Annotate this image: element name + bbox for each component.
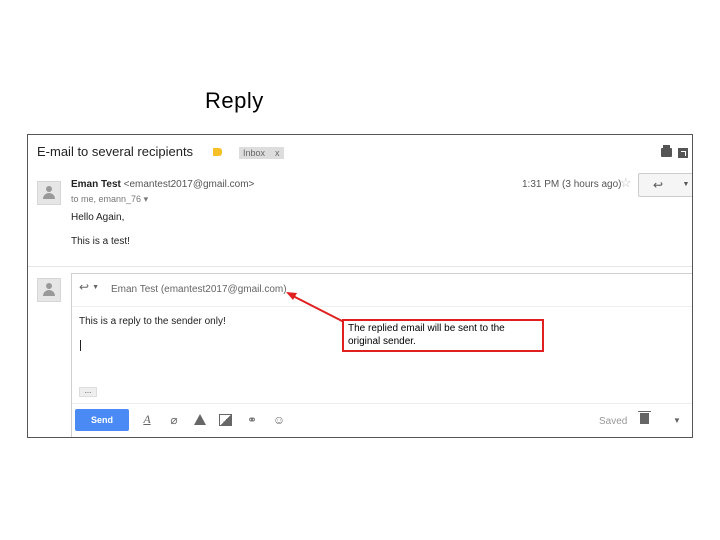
- my-avatar: [37, 278, 61, 302]
- reply-button[interactable]: ↩: [638, 173, 678, 197]
- text-cursor: [80, 340, 81, 351]
- saved-status: Saved: [599, 416, 628, 427]
- text-format-icon[interactable]: A: [140, 412, 154, 427]
- send-button[interactable]: Send: [75, 409, 129, 431]
- inbox-label-text: Inbox: [243, 148, 266, 158]
- sender-email: <emantest2017@gmail.com>: [123, 179, 255, 190]
- email-screenshot: E-mail to several recipients Inbox x Eman…: [27, 134, 693, 438]
- recipient-divider: [72, 306, 692, 307]
- chevron-down-icon: ▼: [92, 284, 99, 292]
- sender-line: Eman Test <emantest2017@gmail.com>: [71, 179, 254, 190]
- email-subject: E-mail to several recipients: [37, 144, 194, 159]
- reply-type-selector[interactable]: ↩ ▼: [79, 280, 99, 294]
- compose-toolbar: A ⌀ ⚭ ☺: [140, 412, 286, 427]
- message-divider: [28, 266, 692, 267]
- reply-recipient[interactable]: Eman Test (emantest2017@gmail.com): [111, 284, 287, 295]
- attach-icon[interactable]: ⌀: [167, 413, 181, 427]
- reply-body-text[interactable]: This is a reply to the sender only!: [79, 316, 226, 327]
- emoji-icon[interactable]: ☺: [272, 413, 286, 427]
- annotation-callout: The replied email will be sent to the or…: [342, 319, 544, 352]
- new-window-icon[interactable]: [678, 148, 688, 158]
- remove-label-icon[interactable]: x: [275, 148, 280, 158]
- sender-avatar: [37, 181, 61, 205]
- reply-icon: ↩: [652, 178, 664, 192]
- reply-compose-box[interactable]: ↩ ▼ Eman Test (emantest2017@gmail.com) Th…: [71, 273, 692, 437]
- show-trimmed-content-button[interactable]: ...: [79, 387, 97, 397]
- recipients-caret-icon[interactable]: ▾: [144, 194, 149, 204]
- chevron-down-icon: ▼: [682, 181, 690, 188]
- toolbar-divider: [72, 403, 692, 404]
- email-time: 1:31 PM (3 hours ago): [522, 179, 622, 190]
- drive-icon[interactable]: [194, 414, 206, 425]
- more-options-button[interactable]: ▼: [676, 173, 692, 197]
- email-body: This is a test!: [71, 236, 130, 247]
- inbox-label-chip[interactable]: Inbox x: [239, 147, 284, 159]
- reply-icon: ↩: [79, 280, 90, 294]
- discard-draft-icon[interactable]: [638, 411, 651, 424]
- photo-icon[interactable]: [219, 413, 232, 426]
- link-icon[interactable]: ⚭: [245, 413, 259, 427]
- more-compose-options-icon[interactable]: ▼: [673, 416, 681, 425]
- important-label-icon[interactable]: [213, 148, 222, 156]
- print-icon[interactable]: [661, 145, 672, 157]
- sender-name[interactable]: Eman Test: [71, 179, 121, 190]
- slide-title: Reply: [205, 88, 264, 113]
- email-greeting: Hello Again,: [71, 212, 125, 223]
- star-icon[interactable]: ☆: [620, 175, 632, 191]
- recipients-text: to me, emann_76: [71, 194, 142, 204]
- recipients-line[interactable]: to me, emann_76 ▾: [71, 194, 148, 205]
- thread-actions: [661, 145, 688, 158]
